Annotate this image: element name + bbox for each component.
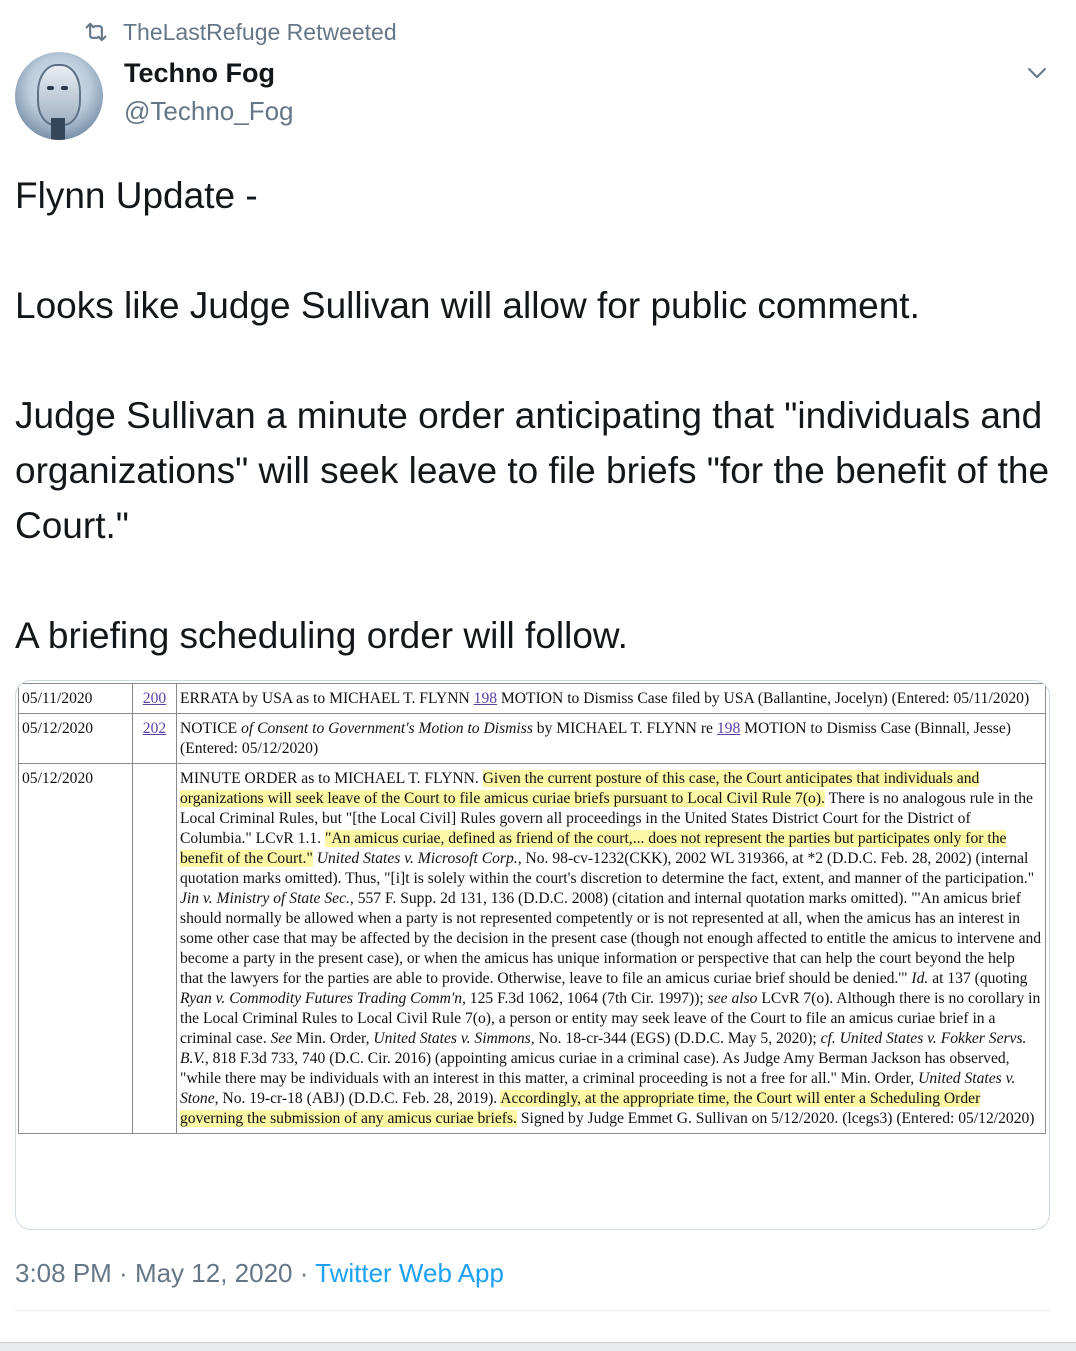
case-citation: Ryan v. Commodity Futures Trading Comm'n: [180, 990, 462, 1007]
docket-text: NOTICE of Consent to Government's Motion…: [176, 713, 1046, 764]
docket-text: MINUTE ORDER as to MICHAEL T. FLYNN. Giv…: [176, 763, 1046, 1134]
tweet-image[interactable]: 05/11/2020 200 ERRATA by USA as to MICHAEL…: [15, 680, 1050, 1230]
docket-row: 05/12/2020 MINUTE ORDER as to MICHAEL T. …: [18, 763, 1046, 1134]
author-name[interactable]: Techno Fog: [124, 58, 275, 89]
case-citation: of Consent to Government's Motion to Dis…: [241, 720, 533, 737]
docket-number: 200: [132, 683, 177, 714]
docket-date: 05/12/2020: [18, 713, 133, 764]
docket-row: 05/12/2020 202 NOTICE of Consent to Govern…: [18, 713, 1046, 764]
case-citation: United States v. Simmons: [373, 1030, 531, 1047]
tweet-paragraph: Looks like Judge Sullivan will allow for…: [15, 285, 920, 326]
docket-row: 05/11/2020 200 ERRATA by USA as to MICHAEL…: [18, 683, 1046, 714]
tweet-paragraph: Flynn Update -: [15, 175, 258, 216]
docket-text-run: Min. Order,: [292, 1030, 374, 1047]
docket-text-run: by MICHAEL T. FLYNN re: [532, 720, 717, 737]
docket-number-link[interactable]: 202: [143, 720, 166, 737]
docket-text-run: , No. 19-cr-18 (ABJ) (D.D.C. Feb. 28, 20…: [214, 1090, 501, 1107]
docket-text-run: NOTICE: [180, 720, 242, 737]
docket-text-run: , 818 F.3d 733, 740 (D.C. Cir. 2016) (ap…: [180, 1050, 1010, 1087]
docket-text-run: ERRATA by USA as to MICHAEL T. FLYNN: [180, 690, 474, 707]
retweet-icon: [85, 22, 107, 42]
divider: [15, 1310, 1050, 1311]
docket-number-link[interactable]: 200: [143, 690, 166, 707]
docket-date: 05/12/2020: [18, 763, 133, 1134]
tweet-paragraph: A briefing scheduling order will follow.: [15, 615, 628, 656]
avatar[interactable]: [15, 52, 103, 140]
docket-entry-link[interactable]: 198: [474, 690, 497, 707]
docket-text-run: , 125 F.3d 1062, 1064 (7th Cir. 1997));: [462, 990, 708, 1007]
tweet-date[interactable]: May 12, 2020: [135, 1258, 293, 1288]
author-handle[interactable]: @Techno_Fog: [124, 96, 294, 127]
docket-text-run: Signed by Judge Emmet G. Sullivan on 5/1…: [516, 1110, 1035, 1127]
case-citation: See: [270, 1030, 293, 1047]
docket-text-run: , No. 18-cr-344 (EGS) (D.D.C. May 5, 202…: [530, 1030, 821, 1047]
case-citation: United States v. Microsoft Corp.: [316, 850, 518, 867]
retweet-context[interactable]: TheLastRefuge Retweeted: [80, 16, 397, 48]
case-citation: Jin v. Ministry of State Sec.: [180, 890, 350, 907]
chevron-down-icon[interactable]: [1024, 63, 1050, 83]
docket-date: 05/11/2020: [18, 683, 133, 714]
docket-table: 05/11/2020 200 ERRATA by USA as to MICHAEL…: [18, 683, 1046, 1134]
docket-number: [132, 763, 177, 1134]
case-citation: Id.: [911, 970, 929, 987]
tweet-time[interactable]: 3:08 PM: [15, 1258, 112, 1288]
tweet-paragraph: Judge Sullivan a minute order anticipati…: [15, 395, 1050, 546]
source-app-link[interactable]: Twitter Web App: [315, 1258, 504, 1288]
retweet-label: TheLastRefuge Retweeted: [123, 18, 397, 45]
robot-face-icon: [37, 64, 81, 126]
tweet-text: Flynn Update - Looks like Judge Sullivan…: [15, 168, 1065, 663]
docket-entry-link[interactable]: 198: [717, 720, 740, 737]
docket-text-run: MINUTE ORDER as to MICHAEL T. FLYNN.: [180, 770, 483, 787]
docket-number: 202: [132, 713, 177, 764]
case-citation: see also: [707, 990, 758, 1007]
tweet-meta: 3:08 PM · May 12, 2020 · Twitter Web App: [15, 1258, 504, 1288]
docket-text: ERRATA by USA as to MICHAEL T. FLYNN 198…: [176, 683, 1046, 714]
docket-text-run: at 137 (quoting: [928, 970, 1028, 987]
docket-text-run: MOTION to Dismiss Case filed by USA (Bal…: [497, 690, 1030, 707]
